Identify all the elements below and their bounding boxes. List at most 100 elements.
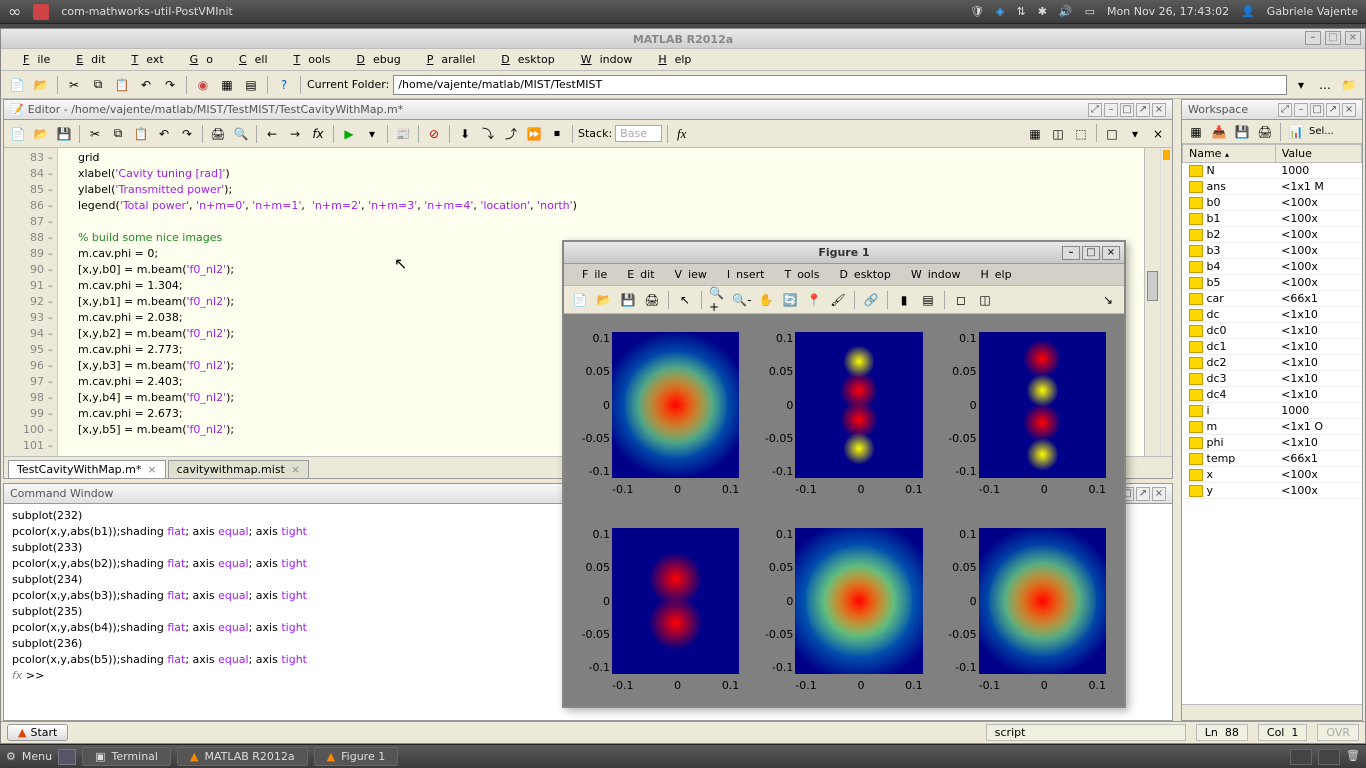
workspace-var-row[interactable]: m<1x1 O [1183,419,1362,435]
current-folder-input[interactable] [393,75,1287,95]
fx-nav-icon[interactable]: fx [308,124,328,144]
battery-icon[interactable]: ▭ [1085,5,1095,18]
plot-icon[interactable]: 📊 [1286,122,1306,142]
fig-menu-window[interactable]: Window [899,266,967,283]
publish-icon[interactable]: 📰 [393,124,413,144]
step-in-icon[interactable]: ⤵ [478,124,498,144]
close-tab-icon[interactable]: × [147,463,156,476]
print-fig-icon[interactable]: 🖨 [642,290,662,310]
link-icon[interactable]: 🔗 [861,290,881,310]
new-file-icon[interactable]: 📄 [7,75,27,95]
start-button[interactable]: ▲Start [7,724,68,741]
fig-menu-edit[interactable]: Edit [615,266,660,283]
workspace-var-row[interactable]: x<100x [1183,467,1362,483]
pan-icon[interactable]: ✋ [756,290,776,310]
paste-icon[interactable]: 📋 [131,124,151,144]
workspace-var-row[interactable]: car<66x1 [1183,291,1362,307]
dock-fig-icon[interactable]: ↘ [1098,290,1118,310]
user-icon[interactable]: 👤 [1241,5,1255,18]
workspace-var-row[interactable]: dc1<1x10 [1183,339,1362,355]
col-value-header[interactable]: Value [1275,145,1361,163]
stack-dropdown[interactable]: Base [615,125,662,142]
import-icon[interactable]: 📥 [1209,122,1229,142]
layout-4-icon[interactable]: □ [1102,124,1122,144]
open-folder-icon[interactable]: 📂 [31,75,51,95]
menu-help[interactable]: Help [642,51,699,68]
hide-tools-icon[interactable]: ◻ [951,290,971,310]
save-icon[interactable]: 💾 [54,124,74,144]
workspace-var-row[interactable]: b3<100x [1183,243,1362,259]
workspace-var-row[interactable]: N1000 [1183,163,1362,179]
legend-icon[interactable]: ▤ [918,290,938,310]
menu-go[interactable]: Go [174,51,221,68]
folder-dropdown-icon[interactable]: ▾ [1291,75,1311,95]
undock-panel-icon[interactable]: ↗ [1136,487,1150,501]
workspace-var-row[interactable]: dc4<1x10 [1183,387,1362,403]
fig-menu-file[interactable]: File [570,266,613,283]
workspace-var-row[interactable]: dc0<1x10 [1183,323,1362,339]
layout-1-icon[interactable]: ▦ [1025,124,1045,144]
workspace-var-row[interactable]: dc2<1x10 [1183,355,1362,371]
figure-window[interactable]: Figure 1 – □ × FileEditViewInsertToolsDe… [562,240,1126,708]
select-dropdown[interactable]: Sel... [1309,126,1334,137]
back-icon[interactable]: ← [262,124,282,144]
workspace-var-row[interactable]: temp<66x1 [1183,451,1362,467]
new-var-icon[interactable]: ▦ [1186,122,1206,142]
undo-icon[interactable]: ↶ [154,124,174,144]
paste-icon[interactable]: 📋 [112,75,132,95]
warning-indicator-icon[interactable] [1163,150,1170,160]
cube-icon[interactable]: ◈ [996,5,1004,18]
figure-titlebar[interactable]: Figure 1 – □ × [564,242,1124,264]
close-button[interactable]: × [1345,31,1361,45]
redo-icon[interactable]: ↷ [160,75,180,95]
maximize-panel-icon[interactable]: □ [1120,103,1134,117]
continue-icon[interactable]: ⏩ [524,124,544,144]
print-icon[interactable]: 🖨 [208,124,228,144]
workspace-hscrollbar[interactable] [1182,704,1362,720]
maximize-button[interactable]: □ [1082,246,1100,260]
run-icon[interactable]: ▶ [339,124,359,144]
step-out-icon[interactable]: ⤴ [501,124,521,144]
maximize-button[interactable]: □ [1325,31,1341,45]
subplot-2[interactable]: 0.10.050-0.05-0.1-0.100.1 [757,324,930,500]
show-tools-icon[interactable]: ◫ [975,290,995,310]
undock-panel-icon[interactable]: ↗ [1136,103,1150,117]
open-fig-icon[interactable]: 📂 [594,290,614,310]
close-panel-icon[interactable]: × [1152,487,1166,501]
workspace-var-row[interactable]: b0<100x [1183,195,1362,211]
colorbar-icon[interactable]: ▮ [894,290,914,310]
menu-debug[interactable]: Debug [341,51,409,68]
workspace-var-row[interactable]: b1<100x [1183,211,1362,227]
fx-button[interactable]: fx [673,126,690,142]
minimize-button[interactable]: – [1305,31,1321,45]
new-fig-icon[interactable]: 📄 [570,290,590,310]
task-terminal[interactable]: ▣Terminal [82,747,171,766]
code-analyzer-bar[interactable] [1160,148,1172,456]
workspace-var-row[interactable]: b2<100x [1183,227,1362,243]
datatip-icon[interactable]: 📍 [804,290,824,310]
close-panel-icon[interactable]: × [1342,103,1356,117]
user-label[interactable]: Gabriele Vajente [1267,5,1358,18]
network-icon[interactable]: ⇅ [1016,5,1025,18]
close-panel-icon[interactable]: × [1152,103,1166,117]
pointer-icon[interactable]: ↖ [675,290,695,310]
subplot-4[interactable]: 0.10.050-0.05-0.1-0.100.1 [574,520,747,696]
minimize-button[interactable]: – [1062,246,1080,260]
close-button[interactable]: × [1102,246,1120,260]
menu-button[interactable]: ⚙Menu [6,750,52,763]
minimize-panel-icon[interactable]: – [1294,103,1308,117]
cut-icon[interactable]: ✂ [64,75,84,95]
exit-debug-icon[interactable]: ⏹ [547,124,567,144]
new-icon[interactable]: 📄 [8,124,28,144]
minimize-panel-icon[interactable]: – [1104,103,1118,117]
workspace-var-row[interactable]: dc<1x10 [1183,307,1362,323]
fig-menu-insert[interactable]: Insert [715,266,771,283]
undo-icon[interactable]: ↶ [136,75,156,95]
zoom-in-icon[interactable]: 🔍+ [708,290,728,310]
infinity-icon[interactable]: ∞ [8,2,21,21]
menu-cell[interactable]: Cell [223,51,276,68]
run-dropdown-icon[interactable]: ▾ [362,124,382,144]
simulink-icon[interactable]: ◉ [193,75,213,95]
dock-icon[interactable]: ⤢ [1088,103,1102,117]
fig-menu-help[interactable]: Help [968,266,1017,283]
